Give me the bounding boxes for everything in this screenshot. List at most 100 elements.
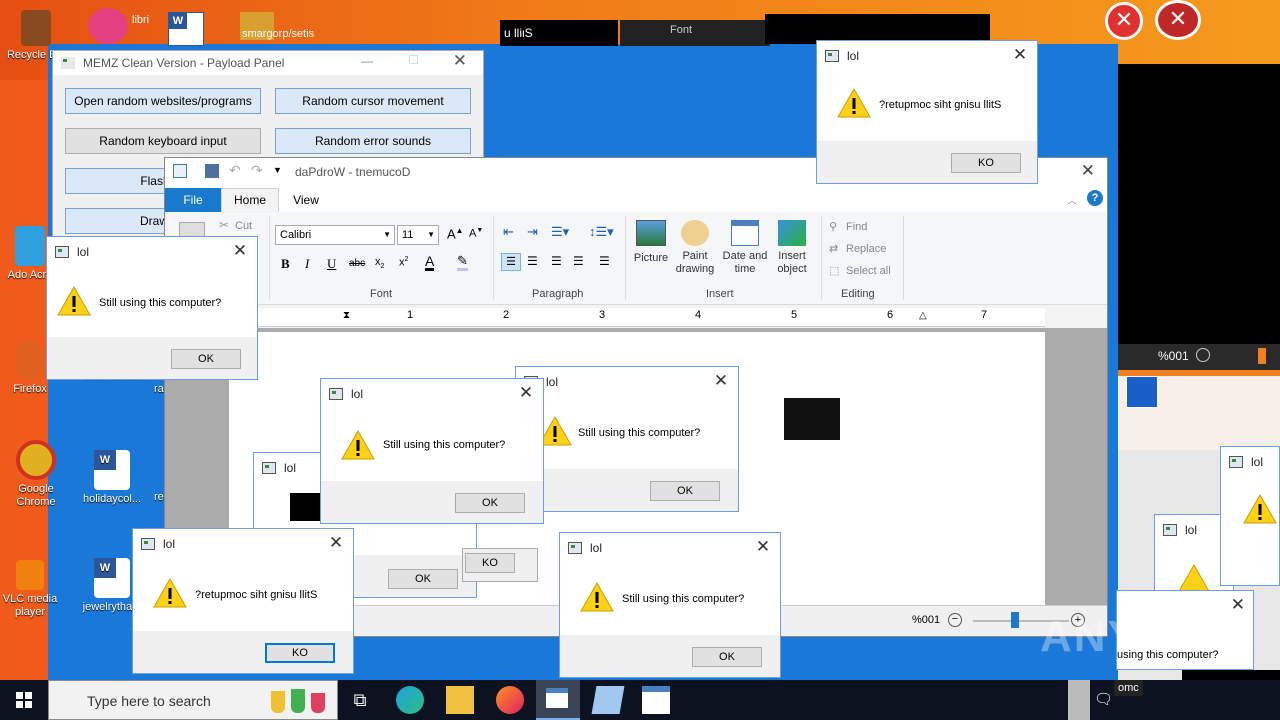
select-all-button[interactable]: Select all — [846, 265, 891, 277]
align-left-icon[interactable]: ☰ — [501, 253, 521, 271]
firefox-icon[interactable] — [496, 686, 524, 714]
maximize-icon[interactable]: ☐ — [408, 53, 419, 67]
ok-button[interactable]: OK — [692, 647, 762, 667]
dialog-lol: lol ✕ Still using this computer? OK — [46, 236, 258, 380]
date-time-button[interactable]: Date and time — [721, 220, 769, 280]
word-doc-icon: W — [94, 558, 130, 598]
ok-button[interactable]: OK — [388, 569, 458, 589]
zoom-slider-thumb[interactable] — [1011, 612, 1019, 628]
close-icon[interactable]: ✕ — [1011, 46, 1029, 64]
cursor-movement-button[interactable]: Random cursor movement — [275, 88, 471, 114]
grow-font-icon[interactable]: A▲ — [447, 226, 464, 241]
increase-indent-icon[interactable]: ⇥ — [527, 224, 538, 240]
bullets-icon[interactable]: ☰▾ — [551, 224, 569, 240]
ok-button[interactable]: KO — [951, 153, 1021, 173]
word-doc-icon: W — [94, 450, 130, 490]
tab-view[interactable]: View — [281, 188, 331, 212]
tab-file[interactable]: File — [165, 188, 221, 212]
notepad-icon[interactable] — [591, 686, 625, 714]
close-icon[interactable]: ✕ — [327, 534, 345, 552]
underline-icon[interactable]: U — [327, 256, 336, 272]
desktop-icon-chrome[interactable]: Google Chrome — [0, 440, 72, 509]
shrink-font-icon[interactable]: A▼ — [469, 227, 483, 240]
insert-object-button[interactable]: Insert object — [771, 220, 813, 280]
tray-fragment: omc — [1114, 680, 1143, 696]
font-family-select[interactable]: Calibri ▼ — [275, 225, 395, 245]
browser-icon — [88, 8, 128, 44]
ribbon-tabs: File Home View ︿ ? — [165, 186, 1107, 212]
error-sounds-button[interactable]: Random error sounds — [275, 128, 471, 154]
search-input[interactable]: Type here to search — [48, 680, 338, 720]
chevron-down-icon[interactable]: ▼ — [273, 165, 282, 175]
undo-icon[interactable]: ↶ — [229, 162, 241, 179]
font-size-select[interactable]: 11 ▼ — [397, 225, 439, 245]
bold-icon[interactable]: B — [281, 256, 290, 272]
ok-button[interactable]: KO — [265, 643, 335, 663]
collapse-ribbon-icon[interactable]: ︿ — [1067, 192, 1077, 207]
cut-button[interactable]: Cut — [235, 220, 252, 232]
paragraph-icon[interactable]: ☰ — [599, 254, 610, 268]
paint-drawing-button[interactable]: Paint drawing — [673, 220, 717, 280]
close-icon[interactable]: ✕ — [1081, 161, 1095, 181]
decrease-indent-icon[interactable]: ⇤ — [503, 224, 514, 240]
taskbar-wordpad[interactable] — [536, 680, 580, 720]
picture-button[interactable]: Picture — [633, 220, 669, 280]
close-icon[interactable]: ✕ — [231, 242, 249, 260]
find-icon: ⚲ — [829, 221, 838, 233]
file-explorer-icon[interactable] — [446, 686, 474, 714]
zoom-out-icon[interactable]: − — [948, 613, 962, 627]
help-icon[interactable]: ? — [1087, 190, 1103, 206]
memz-icon[interactable] — [642, 686, 670, 714]
taskbar: Type here to search ⧉ 🗨 omc — [0, 680, 1280, 720]
strikethrough-icon[interactable]: abc — [349, 258, 365, 269]
ruler[interactable]: 1 2 3 4 5 6 7 ⧗ △ — [227, 308, 1045, 327]
indent-marker-icon[interactable]: ⧗ — [343, 310, 350, 321]
ok-button[interactable]: OK — [171, 349, 241, 369]
find-button[interactable]: Find — [846, 221, 867, 233]
subscript-icon[interactable]: x2 — [375, 256, 384, 270]
superscript-icon[interactable]: x2 — [399, 256, 408, 269]
separator — [493, 216, 494, 300]
chevron-down-icon: ▼ — [427, 230, 435, 239]
ok-button[interactable]: OK — [455, 493, 525, 513]
desktop-icon-holidaycol[interactable]: W holidaycol... — [70, 440, 154, 506]
close-icon[interactable]: ✕ — [754, 538, 772, 556]
align-center-icon[interactable]: ☰ — [527, 254, 538, 268]
dialog-lol: lol ✕ Still using this computer? OK — [559, 532, 781, 678]
title-bar: MEMZ Clean Version - Payload Panel — ☐ ✕ — [53, 51, 483, 75]
object-icon — [778, 220, 806, 246]
desktop-icon-vlc[interactable]: VLC media player — [0, 560, 66, 619]
line-spacing-icon[interactable]: ↕☰▾ — [589, 224, 614, 240]
dialog-title: lol — [1185, 523, 1198, 537]
dialog-title: lol — [351, 387, 364, 401]
highlight-icon[interactable]: ✎ — [457, 254, 468, 271]
replace-button[interactable]: Replace — [846, 243, 886, 255]
text-color-icon[interactable]: A — [425, 254, 435, 271]
ok-button[interactable]: OK — [650, 481, 720, 501]
ok-button[interactable]: KO — [465, 553, 515, 573]
save-icon[interactable] — [205, 164, 219, 178]
dialog-button-area: OK — [47, 337, 257, 379]
app-icon — [1229, 456, 1243, 468]
italic-icon[interactable]: I — [305, 256, 309, 272]
dialog-button-area: OK — [516, 469, 738, 511]
justify-icon[interactable]: ☰ — [573, 254, 584, 268]
close-icon[interactable]: ✕ — [453, 51, 467, 71]
notification-icon[interactable]: 🗨 — [1094, 690, 1113, 708]
tab-home[interactable]: Home — [221, 188, 279, 212]
minimize-icon[interactable]: — — [361, 54, 373, 68]
edge-icon[interactable] — [396, 686, 424, 714]
close-icon[interactable]: ✕ — [517, 384, 535, 402]
open-websites-button[interactable]: Open random websites/programs — [65, 88, 261, 114]
dialog-title: lol — [284, 461, 297, 475]
desktop-icon-libri[interactable]: libri — [88, 8, 149, 48]
right-indent-marker-icon[interactable]: △ — [919, 310, 927, 321]
keyboard-input-button[interactable]: Random keyboard input — [65, 128, 261, 154]
align-right-icon[interactable]: ☰ — [551, 254, 562, 268]
chrome-icon — [16, 440, 56, 480]
redo-icon[interactable]: ↷ — [251, 162, 263, 179]
close-icon[interactable]: ✕ — [712, 372, 730, 390]
start-button[interactable] — [10, 686, 38, 714]
task-view-icon[interactable]: ⧉ — [346, 686, 374, 714]
desktop-icon-programs[interactable]: smargorp/setis — [240, 12, 314, 40]
